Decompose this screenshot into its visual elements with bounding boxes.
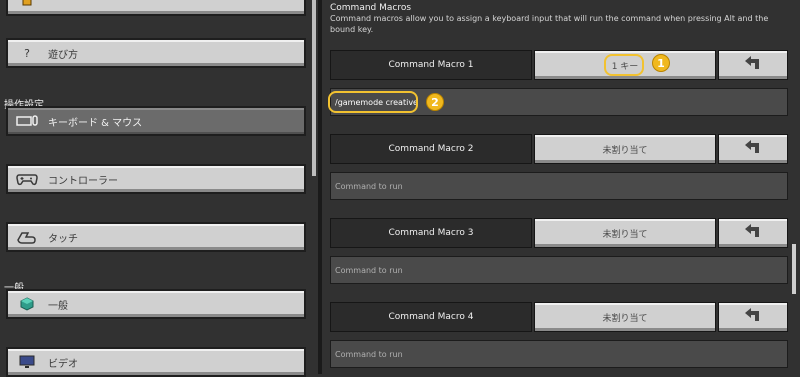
monitor-icon <box>16 354 38 370</box>
macro-2-name: Command Macro 2 <box>330 134 532 164</box>
annotation-badge-2: 2 <box>426 93 444 111</box>
undo-arrow-icon <box>744 307 762 327</box>
macro-2-command-placeholder: Command to run <box>335 181 403 191</box>
sidebar-item-keyboard-mouse[interactable]: キーボード & マウス <box>6 106 306 136</box>
macro-1-name: Command Macro 1 <box>330 50 532 80</box>
annotation-badge-1: 1 <box>652 54 670 72</box>
sidebar-item-general[interactable]: 一般 <box>6 289 306 319</box>
sidebar-item-label: タッチ <box>48 233 78 245</box>
sidebar-item-label: コントローラー <box>48 175 118 187</box>
sidebar-item-controller[interactable]: コントローラー <box>6 164 306 194</box>
macro-4-command-input[interactable]: Command to run <box>330 340 788 368</box>
undo-arrow-icon <box>744 223 762 243</box>
macro-4-command-placeholder: Command to run <box>335 349 403 359</box>
sidebar-item-how-to-play[interactable]: ? 遊び方 <box>6 38 306 68</box>
macro-4-reset-button[interactable] <box>718 302 788 332</box>
sidebar-item-label: 一般 <box>48 300 68 312</box>
content-scrollbar[interactable] <box>792 244 796 294</box>
sidebar-item-touch[interactable]: タッチ <box>6 222 306 252</box>
sidebar-scrollbar[interactable] <box>312 0 316 176</box>
macro-4-key-button[interactable]: 未割り当て <box>534 302 716 332</box>
question-icon: ? <box>24 46 30 60</box>
book-icon <box>16 0 38 9</box>
macro-4-key-label: 未割り当て <box>602 313 648 324</box>
touch-icon <box>16 229 38 245</box>
macro-3-command-input[interactable]: Command to run <box>330 256 788 284</box>
controller-icon <box>16 171 38 187</box>
macro-2-command-input[interactable]: Command to run <box>330 172 788 200</box>
settings-sidebar: ? 遊び方 操作設定 キーボード & マウス コントローラー タッチ <box>0 0 318 377</box>
sidebar-item-label: 遊び方 <box>48 49 78 61</box>
section-description: Command macros allow you to assign a key… <box>330 14 769 34</box>
macro-3-reset-button[interactable] <box>718 218 788 248</box>
keyboard-mouse-icon <box>16 113 38 129</box>
section-title: Command Macros <box>330 3 412 13</box>
macro-3-key-button[interactable]: 未割り当て <box>534 218 716 248</box>
undo-arrow-icon <box>744 139 762 159</box>
macro-2-key-label: 未割り当て <box>602 145 648 156</box>
macro-3-key-label: 未割り当て <box>602 229 648 240</box>
macro-4-name: Command Macro 4 <box>330 302 532 332</box>
highlight-key-binding <box>604 54 644 76</box>
macro-3-command-placeholder: Command to run <box>335 265 403 275</box>
macro-2-key-button[interactable]: 未割り当て <box>534 134 716 164</box>
highlight-command-text <box>328 91 418 113</box>
cube-icon <box>16 296 38 312</box>
sidebar-item-partial[interactable] <box>6 0 306 16</box>
macro-3-name: Command Macro 3 <box>330 218 532 248</box>
sidebar-item-label: ビデオ <box>48 358 78 370</box>
macro-1-reset-button[interactable] <box>718 50 788 80</box>
sidebar-item-label: キーボード & マウス <box>48 117 143 129</box>
undo-arrow-icon <box>744 55 762 75</box>
sidebar-item-video[interactable]: ビデオ <box>6 347 306 377</box>
macro-2-reset-button[interactable] <box>718 134 788 164</box>
command-macros-panel: Command Macros Command macros allow you … <box>322 0 800 374</box>
